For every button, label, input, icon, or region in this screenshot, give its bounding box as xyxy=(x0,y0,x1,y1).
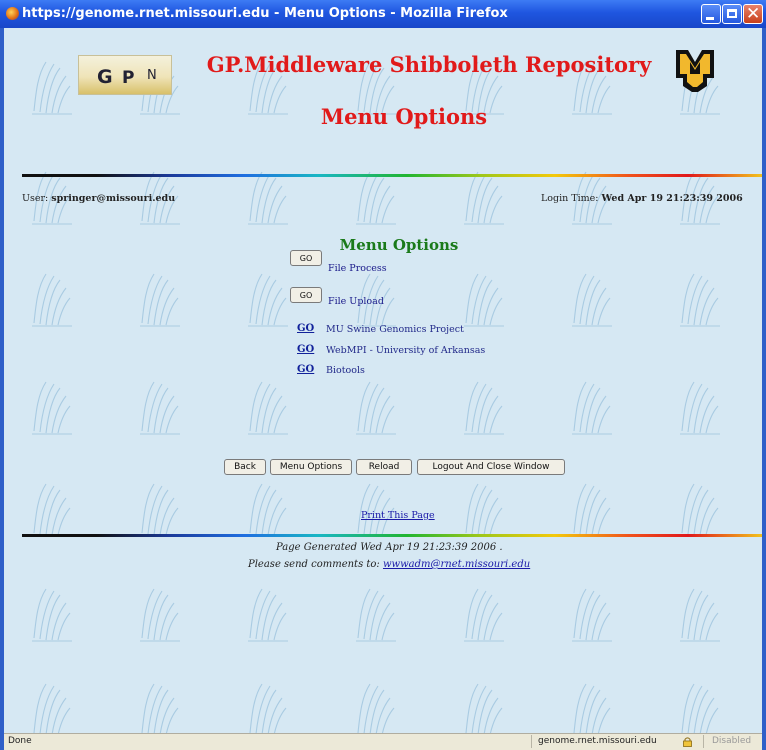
lock-icon[interactable] xyxy=(682,736,693,747)
status-text: Done xyxy=(8,736,32,746)
comments-prefix: Please send comments to: xyxy=(248,559,380,570)
watermark-mark xyxy=(566,678,616,733)
watermark-mark xyxy=(350,583,400,643)
file-upload-go-button[interactable]: GO xyxy=(290,287,322,303)
window-title: https://genome.rnet.missouri.edu - Menu … xyxy=(22,6,508,21)
watermark-mark xyxy=(566,376,616,436)
watermark-mark xyxy=(134,478,184,538)
watermark-mark xyxy=(458,678,508,733)
comments-line: Please send comments to: wwwadm@rnet.mis… xyxy=(248,559,530,570)
watermark-mark xyxy=(26,268,76,328)
user-info: User: springer@missouri.edu xyxy=(22,193,175,204)
status-bar: Done genome.rnet.missouri.edu Disabled xyxy=(4,733,762,750)
watermark-mark xyxy=(242,478,292,538)
watermark-mark xyxy=(26,376,76,436)
swine-go-link[interactable]: GO xyxy=(297,323,314,334)
watermark-mark xyxy=(674,268,724,328)
webmpi-link-label[interactable]: WebMPI - University of Arkansas xyxy=(326,345,485,356)
watermark-mark xyxy=(566,268,616,328)
watermark-mark xyxy=(458,478,508,538)
menu-title: Menu Options xyxy=(339,236,459,254)
login-value: Wed Apr 19 21:23:39 2006 xyxy=(601,193,743,204)
biotools-go-link[interactable]: GO xyxy=(297,364,314,375)
watermark-mark xyxy=(350,478,400,538)
watermark-mark xyxy=(134,376,184,436)
webmpi-go-link[interactable]: GO xyxy=(297,344,314,355)
watermark-mark xyxy=(134,678,184,733)
minimize-button[interactable] xyxy=(701,4,721,24)
watermark-mark xyxy=(242,268,292,328)
watermark-mark xyxy=(242,583,292,643)
biotools-link-label[interactable]: Biotools xyxy=(326,365,365,376)
watermark-mark xyxy=(566,583,616,643)
watermark-mark xyxy=(26,56,76,116)
watermark-mark xyxy=(134,583,184,643)
watermark-mark xyxy=(674,678,724,733)
maximize-button[interactable] xyxy=(722,4,742,24)
close-button[interactable]: ✕ xyxy=(743,4,763,24)
reload-button[interactable]: Reload xyxy=(356,459,412,475)
watermark-mark xyxy=(458,583,508,643)
user-label: User: xyxy=(22,193,49,204)
watermark-mark xyxy=(350,678,400,733)
title-bar: https://genome.rnet.missouri.edu - Menu … xyxy=(0,0,766,28)
logout-button[interactable]: Logout And Close Window xyxy=(417,459,565,475)
watermark-mark xyxy=(134,268,184,328)
watermark-mark xyxy=(674,583,724,643)
page-subtitle: Menu Options xyxy=(320,104,488,129)
watermark-mark xyxy=(26,583,76,643)
swine-link-label[interactable]: MU Swine Genomics Project xyxy=(326,324,464,335)
rainbow-divider-top xyxy=(22,174,762,177)
watermark-mark xyxy=(350,376,400,436)
gpn-logo: G P N xyxy=(78,55,172,95)
watermark-mark xyxy=(566,478,616,538)
watermark-mark xyxy=(458,376,508,436)
print-link[interactable]: Print This Page xyxy=(361,510,435,521)
firefox-icon xyxy=(6,7,19,20)
popup-status: Disabled xyxy=(712,736,752,746)
watermark-mark xyxy=(242,678,292,733)
menu-options-button[interactable]: Menu Options xyxy=(270,459,352,475)
status-host: genome.rnet.missouri.edu xyxy=(538,736,657,746)
page-content: G P N GP.Middleware Shibboleth Repositor… xyxy=(4,28,762,733)
email-link[interactable]: wwwadm@rnet.missouri.edu xyxy=(383,559,530,570)
watermark-mark xyxy=(674,478,724,538)
watermark-mark xyxy=(26,478,76,538)
watermark-mark xyxy=(242,376,292,436)
browser-window: https://genome.rnet.missouri.edu - Menu … xyxy=(0,0,766,750)
page-title: GP.Middleware Shibboleth Repository xyxy=(206,52,652,77)
file-process-label: File Process xyxy=(328,263,387,274)
rainbow-divider-bottom xyxy=(22,534,762,537)
mizzou-logo xyxy=(676,50,714,92)
login-label: Login Time: xyxy=(541,193,599,204)
watermark-mark xyxy=(674,376,724,436)
file-process-go-button[interactable]: GO xyxy=(290,250,322,266)
back-button[interactable]: Back xyxy=(224,459,266,475)
login-time: Login Time: Wed Apr 19 21:23:39 2006 xyxy=(541,193,743,204)
page-generated: Page Generated Wed Apr 19 21:23:39 2006 … xyxy=(276,542,503,553)
file-upload-label: File Upload xyxy=(328,296,384,307)
watermark-mark xyxy=(26,678,76,733)
user-value: springer@missouri.edu xyxy=(51,193,176,204)
watermark-mark xyxy=(458,268,508,328)
